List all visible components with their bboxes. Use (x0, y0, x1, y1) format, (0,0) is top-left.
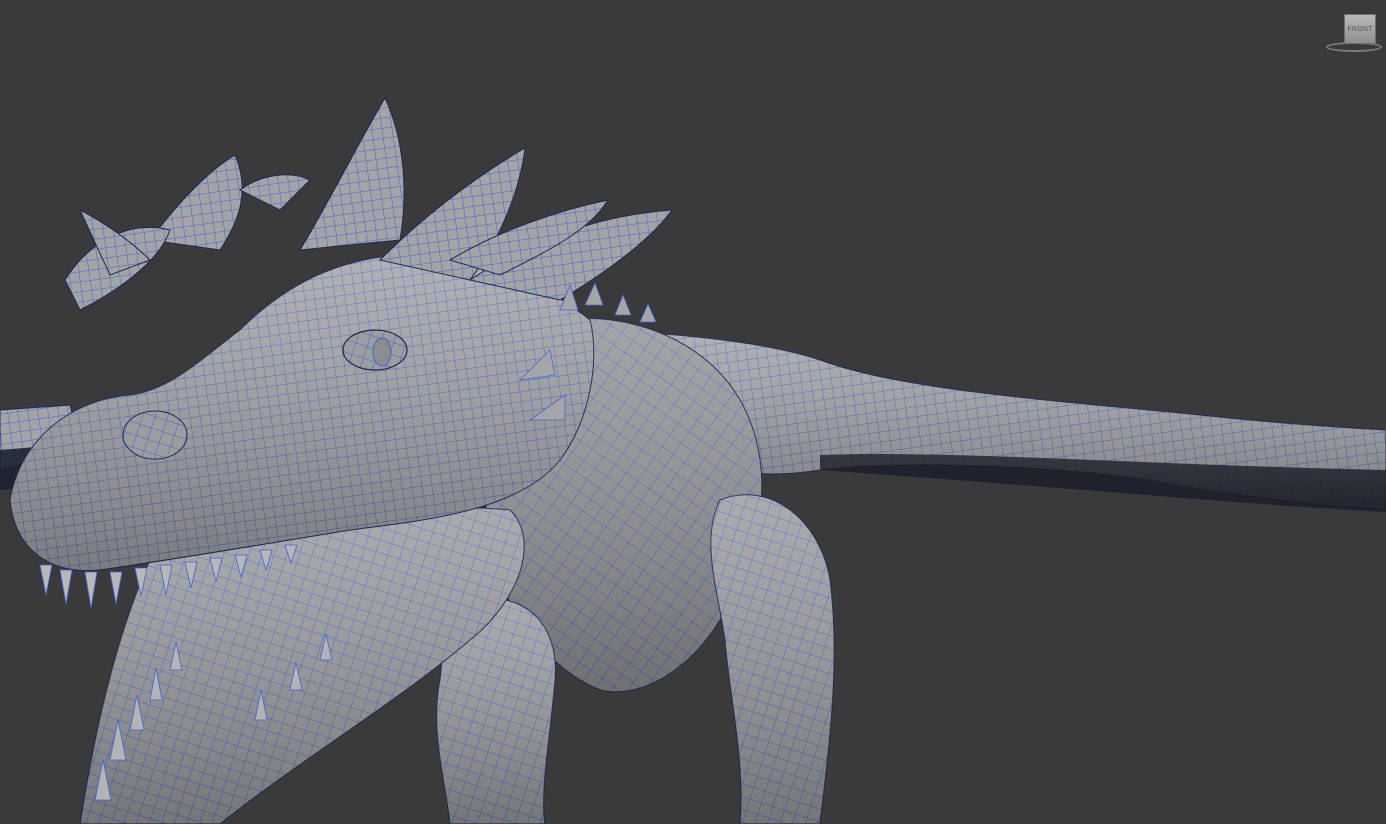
nostril (122, 410, 188, 460)
viewcube-face-label: FRONT (1347, 25, 1373, 33)
dragon-wireframe-model[interactable] (0, 0, 1386, 824)
3d-viewport[interactable]: FRONT (0, 0, 1386, 824)
viewcube[interactable]: FRONT (1324, 12, 1384, 56)
viewcube-front-face[interactable]: FRONT (1344, 14, 1376, 44)
right-foreleg (710, 494, 835, 824)
